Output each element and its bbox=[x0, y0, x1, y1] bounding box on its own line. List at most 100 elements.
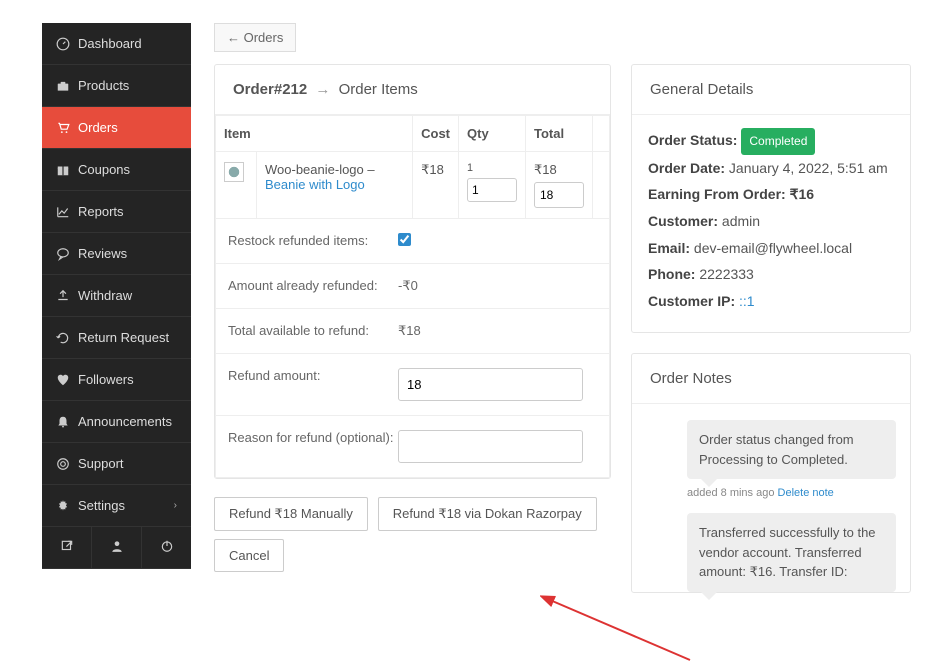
item-qty: 1 bbox=[467, 162, 517, 174]
sidebar-item-label: Return Request bbox=[78, 330, 169, 345]
total-input[interactable] bbox=[534, 182, 584, 208]
sidebar-item-label: Orders bbox=[78, 120, 118, 135]
order-title: Order#212 bbox=[233, 81, 307, 98]
item-total: ₹18 bbox=[534, 162, 584, 178]
sidebar-item-return-request[interactable]: Return Request bbox=[42, 317, 191, 359]
sidebar-item-label: Products bbox=[78, 78, 129, 93]
sidebar-item-reports[interactable]: Reports bbox=[42, 191, 191, 233]
order-items-table: Item Cost Qty Total Woo-beanie-logo – Be… bbox=[215, 115, 610, 219]
col-cost: Cost bbox=[413, 116, 459, 152]
sidebar-item-label: Followers bbox=[78, 372, 134, 387]
email-value: dev-email@flywheel.local bbox=[694, 240, 852, 256]
order-items-panel: Order#212 → Order Items Item Cost Qty To… bbox=[214, 64, 611, 479]
note-meta: added 8 mins ago Delete note bbox=[687, 487, 896, 499]
already-refunded-label: Amount already refunded: bbox=[228, 278, 398, 294]
earning-value: ₹16 bbox=[790, 186, 814, 202]
chart-icon bbox=[56, 205, 78, 219]
gear-icon bbox=[56, 499, 78, 513]
cancel-button[interactable]: Cancel bbox=[214, 539, 284, 572]
sidebar-item-label: Coupons bbox=[78, 162, 130, 177]
restock-label: Restock refunded items: bbox=[228, 233, 398, 249]
sidebar-item-label: Reports bbox=[78, 204, 124, 219]
status-badge: Completed bbox=[741, 128, 815, 155]
briefcase-icon bbox=[56, 79, 78, 93]
phone-value: 2222333 bbox=[699, 266, 754, 282]
note-time: added 8 mins ago bbox=[687, 487, 774, 499]
order-notes-title: Order Notes bbox=[632, 354, 910, 404]
sidebar-item-products[interactable]: Products bbox=[42, 65, 191, 107]
qty-stepper[interactable] bbox=[467, 178, 517, 202]
ip-link[interactable]: ::1 bbox=[739, 293, 755, 309]
back-to-orders-button[interactable]: ← Orders bbox=[214, 23, 296, 52]
item-name-cell: Woo-beanie-logo – Beanie with Logo bbox=[257, 152, 413, 219]
customer-label: Customer: bbox=[648, 213, 718, 229]
sidebar-item-label: Announcements bbox=[78, 414, 172, 429]
delete-note-link[interactable]: Delete note bbox=[778, 487, 834, 499]
status-label: Order Status: bbox=[648, 132, 737, 148]
date-value: January 4, 2022, 5:51 am bbox=[729, 160, 888, 176]
sidebar-item-reviews[interactable]: Reviews bbox=[42, 233, 191, 275]
email-label: Email: bbox=[648, 240, 690, 256]
item-link[interactable]: Beanie with Logo bbox=[265, 177, 365, 192]
available-refund-label: Total available to refund: bbox=[228, 323, 398, 339]
order-items-header: Order#212 → Order Items bbox=[215, 65, 610, 115]
table-row: Woo-beanie-logo – Beanie with Logo ₹18 1… bbox=[216, 152, 610, 219]
sidebar-item-followers[interactable]: Followers bbox=[42, 359, 191, 401]
sidebar-item-label: Reviews bbox=[78, 246, 127, 261]
upload-icon bbox=[56, 289, 78, 303]
order-notes-panel: Order Notes Order status changed from Pr… bbox=[631, 353, 911, 593]
already-refunded-value: -₹0 bbox=[398, 278, 597, 294]
earning-label: Earning From Order: bbox=[648, 186, 786, 202]
arrow-separator: → bbox=[315, 81, 330, 98]
power-button[interactable] bbox=[142, 527, 191, 569]
refund-razorpay-button[interactable]: Refund ₹18 via Dokan Razorpay bbox=[378, 497, 597, 531]
item-name-prefix: Woo-beanie-logo – bbox=[265, 162, 375, 177]
sidebar-item-label: Withdraw bbox=[78, 288, 132, 303]
refund-manually-button[interactable]: Refund ₹18 Manually bbox=[214, 497, 368, 531]
restock-checkbox[interactable] bbox=[398, 233, 411, 246]
col-qty: Qty bbox=[459, 116, 526, 152]
bell-icon bbox=[56, 415, 78, 429]
phone-label: Phone: bbox=[648, 266, 695, 282]
dashboard-icon bbox=[56, 37, 78, 51]
chevron-right-icon: › bbox=[174, 500, 177, 511]
refund-amount-input[interactable] bbox=[398, 368, 583, 401]
refund-action-buttons: Refund ₹18 Manually Refund ₹18 via Dokan… bbox=[214, 497, 611, 580]
order-subtitle: Order Items bbox=[339, 81, 418, 98]
sidebar-bottom-row bbox=[42, 527, 191, 569]
sidebar: Dashboard Products Orders Coupons Report… bbox=[42, 23, 191, 569]
profile-button[interactable] bbox=[92, 527, 142, 569]
external-link-button[interactable] bbox=[42, 527, 92, 569]
heart-icon bbox=[56, 373, 78, 387]
refund-reason-label: Reason for refund (optional): bbox=[228, 430, 398, 463]
refund-reason-input[interactable] bbox=[398, 430, 583, 463]
sidebar-item-label: Settings bbox=[78, 498, 125, 513]
col-total: Total bbox=[526, 116, 593, 152]
sidebar-item-announcements[interactable]: Announcements bbox=[42, 401, 191, 443]
available-refund-value: ₹18 bbox=[398, 323, 597, 339]
annotation-arrow bbox=[540, 590, 700, 670]
comment-icon bbox=[56, 247, 78, 261]
item-cost: ₹18 bbox=[413, 152, 459, 219]
product-thumbnail bbox=[224, 162, 244, 182]
col-item: Item bbox=[216, 116, 413, 152]
sidebar-item-coupons[interactable]: Coupons bbox=[42, 149, 191, 191]
sidebar-item-dashboard[interactable]: Dashboard bbox=[42, 23, 191, 65]
return-icon bbox=[56, 331, 78, 345]
note-bubble: Transferred successfully to the vendor a… bbox=[687, 513, 896, 592]
sidebar-item-label: Dashboard bbox=[78, 36, 142, 51]
note-bubble: Order status changed from Processing to … bbox=[687, 420, 896, 479]
ip-label: Customer IP: bbox=[648, 293, 735, 309]
sidebar-item-orders[interactable]: Orders bbox=[42, 107, 191, 149]
support-icon bbox=[56, 457, 78, 471]
general-details-title: General Details bbox=[632, 65, 910, 115]
main-content: ← Orders Order#212 → Order Items Item Co… bbox=[214, 23, 934, 593]
sidebar-item-withdraw[interactable]: Withdraw bbox=[42, 275, 191, 317]
sidebar-item-settings[interactable]: Settings › bbox=[42, 485, 191, 527]
date-label: Order Date: bbox=[648, 160, 725, 176]
gift-icon bbox=[56, 163, 78, 177]
customer-value: admin bbox=[722, 213, 760, 229]
refund-amount-label: Refund amount: bbox=[228, 368, 398, 401]
sidebar-item-support[interactable]: Support bbox=[42, 443, 191, 485]
cart-icon bbox=[56, 121, 78, 135]
